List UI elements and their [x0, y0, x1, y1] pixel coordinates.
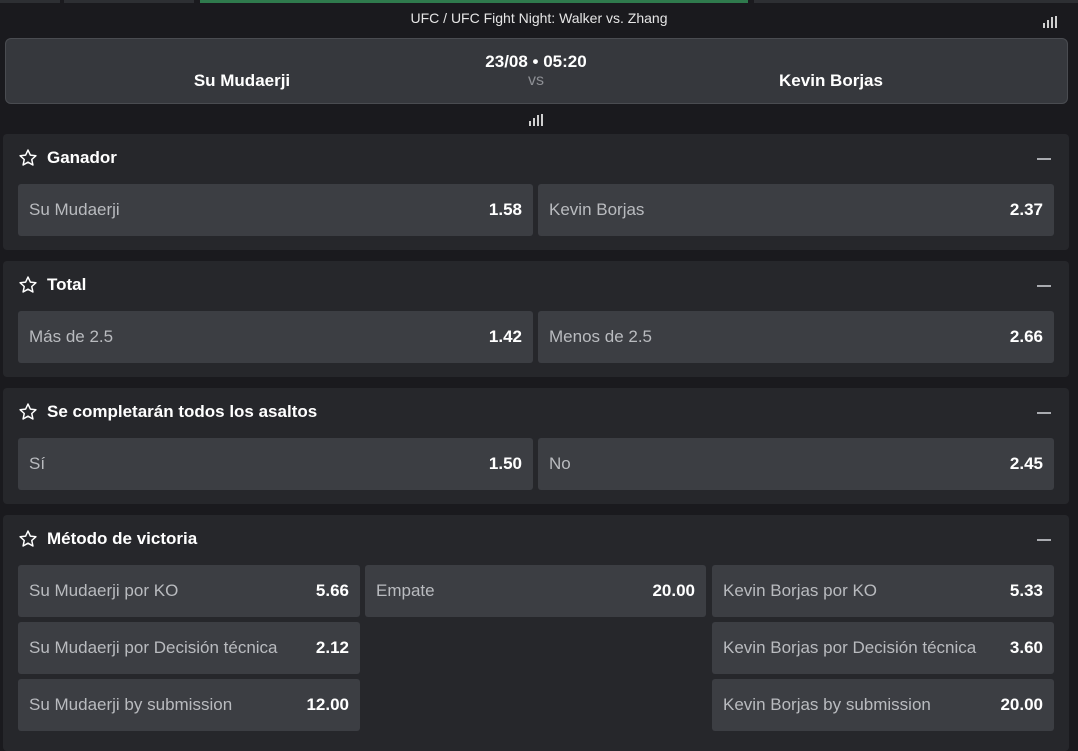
tab-indicator[interactable] — [0, 0, 60, 3]
market-ganador: Ganador Su Mudaerji 1.58 Kevin Borjas 2.… — [3, 134, 1069, 250]
market-total: Total Más de 2.5 1.42 Menos de 2.5 2.66 — [3, 261, 1069, 377]
market-method-of-victory: Método de victoria Su Mudaerji por KO 5.… — [3, 515, 1069, 751]
odd-button-away-ko[interactable]: Kevin Borjas por KO 5.33 — [712, 565, 1054, 617]
odd-label: Empate — [376, 581, 435, 600]
odd-label: Kevin Borjas por KO — [723, 581, 878, 600]
star-outline-icon[interactable] — [18, 529, 38, 549]
home-team-name: Su Mudaerji — [193, 71, 291, 90]
odd-button-no[interactable]: No 2.45 — [538, 438, 1054, 490]
odd-value: 2.45 — [1001, 454, 1043, 474]
market-header[interactable]: Método de victoria — [3, 515, 1069, 561]
odd-button-away-submission[interactable]: Kevin Borjas by submission 20.00 — [712, 679, 1054, 731]
odd-value: 5.33 — [1001, 581, 1043, 601]
odd-button-draw[interactable]: Empate 20.00 — [365, 565, 706, 617]
market-all-rounds: Se completarán todos los asaltos Sí 1.50… — [3, 388, 1069, 504]
odd-label: Su Mudaerji por Decisión técnica — [29, 638, 278, 657]
odd-value: 5.66 — [307, 581, 349, 601]
market-header[interactable]: Se completarán todos los asaltos — [3, 388, 1069, 434]
star-outline-icon[interactable] — [18, 148, 38, 168]
minus-icon[interactable] — [1037, 285, 1051, 287]
odd-button-over[interactable]: Más de 2.5 1.42 — [18, 311, 533, 363]
odd-button-yes[interactable]: Sí 1.50 — [18, 438, 533, 490]
odd-label: Su Mudaerji — [29, 200, 120, 219]
bar-chart-icon[interactable] — [529, 114, 543, 126]
odd-value: 1.58 — [480, 200, 522, 220]
odd-value: 12.00 — [298, 695, 349, 715]
odd-button-away-technical-decision[interactable]: Kevin Borjas por Decisión técnica 3.60 — [712, 622, 1054, 674]
odd-label: Su Mudaerji por KO — [29, 581, 179, 600]
away-team-name: Kevin Borjas — [779, 71, 883, 90]
odd-label: Kevin Borjas — [549, 200, 645, 219]
match-header-card: Su Mudaerji 23/08 • 05:20 vs Kevin Borja… — [5, 38, 1068, 104]
tab-indicator[interactable] — [754, 0, 1078, 3]
odd-value: 20.00 — [644, 581, 695, 601]
odd-label: Sí — [29, 454, 46, 473]
odd-button-home-submission[interactable]: Su Mudaerji by submission 12.00 — [18, 679, 360, 731]
odd-value: 2.37 — [1001, 200, 1043, 220]
odd-button-away[interactable]: Kevin Borjas 2.37 — [538, 184, 1054, 236]
minus-icon[interactable] — [1037, 158, 1051, 160]
minus-icon[interactable] — [1037, 412, 1051, 414]
bar-chart-icon[interactable] — [1043, 16, 1057, 28]
odd-value: 2.66 — [1001, 327, 1043, 347]
odd-button-home-ko[interactable]: Su Mudaerji por KO 5.66 — [18, 565, 360, 617]
odd-button-under[interactable]: Menos de 2.5 2.66 — [538, 311, 1054, 363]
odd-label: Kevin Borjas by submission — [723, 695, 931, 714]
match-datetime: 23/08 • 05:20 — [485, 52, 587, 71]
tab-indicator-active[interactable] — [200, 0, 748, 3]
odd-label: Su Mudaerji by submission — [29, 695, 233, 714]
odd-value: 1.42 — [480, 327, 522, 347]
market-title: Total — [47, 275, 87, 294]
star-outline-icon[interactable] — [18, 402, 38, 422]
odd-label: Más de 2.5 — [29, 327, 114, 346]
market-title: Ganador — [47, 148, 117, 167]
breadcrumb[interactable]: UFC / UFC Fight Night: Walker vs. Zhang — [0, 10, 1078, 26]
minus-icon[interactable] — [1037, 539, 1051, 541]
odd-label: No — [549, 454, 571, 473]
odd-label: Menos de 2.5 — [549, 327, 653, 346]
market-header[interactable]: Ganador — [3, 134, 1069, 180]
odd-button-home-technical-decision[interactable]: Su Mudaerji por Decisión técnica 2.12 — [18, 622, 360, 674]
top-tab-strip — [0, 0, 1078, 4]
odd-label: Kevin Borjas por Decisión técnica — [723, 638, 977, 657]
star-outline-icon[interactable] — [18, 275, 38, 295]
odd-button-home[interactable]: Su Mudaerji 1.58 — [18, 184, 533, 236]
odd-value: 1.50 — [480, 454, 522, 474]
tab-indicator[interactable] — [64, 0, 194, 3]
odd-value: 3.60 — [1001, 638, 1043, 658]
market-title: Se completarán todos los asaltos — [47, 402, 318, 421]
market-header[interactable]: Total — [3, 261, 1069, 307]
odd-value: 2.12 — [307, 638, 349, 658]
odd-value: 20.00 — [992, 695, 1043, 715]
market-title: Método de victoria — [47, 529, 198, 548]
